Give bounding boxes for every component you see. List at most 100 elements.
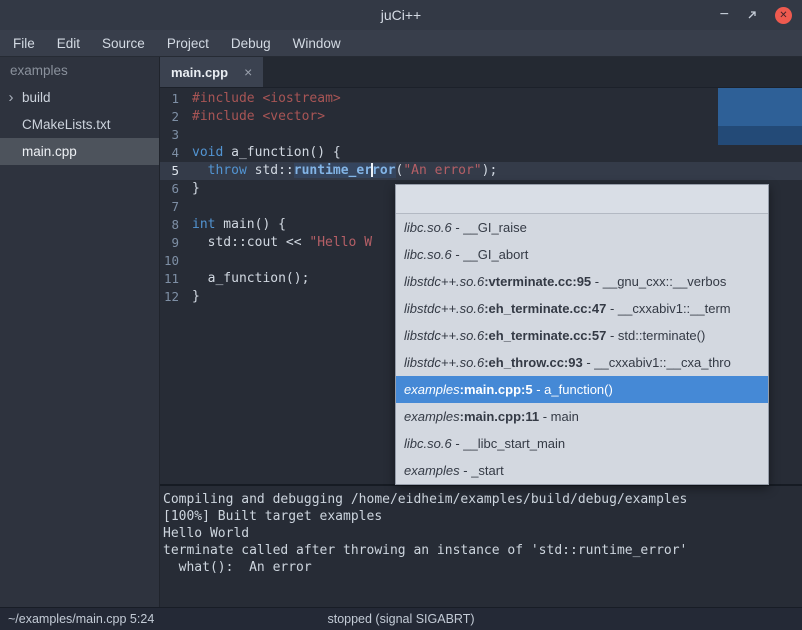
- code-text: #include <iostream>: [187, 90, 341, 108]
- frame-file-line: :main.cpp:11: [460, 409, 539, 424]
- tab-main-cpp[interactable]: main.cpp ×: [160, 57, 263, 87]
- frame-module: libstdc++.so.6: [404, 328, 484, 343]
- line-number: 12: [160, 288, 187, 306]
- line-number: 10: [160, 252, 187, 270]
- frame-file-line: :main.cpp:5: [460, 382, 533, 397]
- line-number: 11: [160, 270, 187, 288]
- line-number: 8: [160, 216, 187, 234]
- file-tree-item-cmakelists-txt[interactable]: CMakeLists.txt: [0, 111, 159, 138]
- menu-debug[interactable]: Debug: [220, 30, 282, 56]
- frame-module: examples: [404, 382, 460, 397]
- stack-frame-row[interactable]: examples - _start: [396, 457, 768, 484]
- code-line-3[interactable]: 3: [160, 126, 802, 144]
- menu-file[interactable]: File: [2, 30, 46, 56]
- frame-file-line: :vterminate.cc:95: [484, 274, 591, 289]
- project-header: examples: [0, 57, 159, 84]
- stack-frame-row[interactable]: libc.so.6 - __GI_raise: [396, 214, 768, 241]
- code-text: void a_function() {: [187, 144, 341, 162]
- window-controls: − ✕: [720, 0, 792, 30]
- line-number: 1: [160, 90, 187, 108]
- frame-function: a_function(): [544, 382, 613, 397]
- menu-edit[interactable]: Edit: [46, 30, 91, 56]
- stack-frame-row[interactable]: examples:main.cpp:11 - main: [396, 403, 768, 430]
- line-number: 4: [160, 144, 187, 162]
- code-line-1[interactable]: 1#include <iostream>: [160, 90, 802, 108]
- menu-project[interactable]: Project: [156, 30, 220, 56]
- popup-header: [396, 185, 768, 214]
- restore-button[interactable]: [746, 9, 758, 21]
- frame-function: __GI_abort: [463, 247, 528, 262]
- stack-trace-popup: libc.so.6 - __GI_raiselibc.so.6 - __GI_a…: [395, 184, 769, 485]
- frame-module: libc.so.6: [404, 220, 452, 235]
- stack-frame-row[interactable]: libc.so.6 - __GI_abort: [396, 241, 768, 268]
- frame-function: __libc_start_main: [463, 436, 565, 451]
- file-tree-item-main-cpp[interactable]: main.cpp: [0, 138, 159, 165]
- line-number: 3: [160, 126, 187, 144]
- file-tree-item-build[interactable]: ›build: [0, 84, 159, 111]
- frame-module: libc.so.6: [404, 436, 452, 451]
- frame-module: libstdc++.so.6: [404, 301, 484, 316]
- menu-bar: FileEditSourceProjectDebugWindow: [0, 30, 802, 57]
- app-window: juCi++ − ✕ FileEditSourceProjectDebugWin…: [0, 0, 802, 630]
- title-bar[interactable]: juCi++ − ✕: [0, 0, 802, 30]
- code-text: [187, 198, 192, 216]
- terminal-line: Compiling and debugging /home/eidheim/ex…: [163, 491, 802, 508]
- restore-arrow-icon: [746, 9, 758, 21]
- frame-module: examples: [404, 463, 460, 478]
- tab-label: main.cpp: [171, 65, 228, 80]
- close-icon: ✕: [779, 10, 787, 21]
- tree-item-label: build: [19, 84, 51, 111]
- line-number: 7: [160, 198, 187, 216]
- code-text: [187, 126, 192, 144]
- code-text: a_function();: [187, 270, 309, 288]
- tree-item-label: main.cpp: [0, 138, 77, 165]
- line-number: 9: [160, 234, 187, 252]
- line-number: 5: [160, 162, 187, 180]
- sidebar: examples ›buildCMakeLists.txtmain.cpp: [0, 57, 160, 607]
- frame-function: __cxxabiv1::__term: [618, 301, 731, 316]
- status-bar: ~/examples/main.cpp 5:24 stopped (signal…: [0, 607, 802, 630]
- code-text: int main() {: [187, 216, 286, 234]
- code-text: }: [187, 180, 200, 198]
- frame-function: __GI_raise: [463, 220, 527, 235]
- code-text: [187, 252, 192, 270]
- terminal-line: terminate called after throwing an insta…: [163, 542, 802, 559]
- popup-rows: libc.so.6 - __GI_raiselibc.so.6 - __GI_a…: [396, 214, 768, 484]
- stack-frame-row[interactable]: libstdc++.so.6:eh_terminate.cc:57 - std:…: [396, 322, 768, 349]
- frame-module: examples: [404, 409, 460, 424]
- stack-frame-row[interactable]: libstdc++.so.6:eh_terminate.cc:47 - __cx…: [396, 295, 768, 322]
- code-line-4[interactable]: 4void a_function() {: [160, 144, 802, 162]
- stack-frame-row[interactable]: libstdc++.so.6:vterminate.cc:95 - __gnu_…: [396, 268, 768, 295]
- frame-file-line: :eh_throw.cc:93: [484, 355, 583, 370]
- close-button[interactable]: ✕: [775, 7, 792, 24]
- text-cursor: [371, 163, 373, 177]
- line-number: 2: [160, 108, 187, 126]
- frame-module: libstdc++.so.6: [404, 355, 484, 370]
- blue-tooltip-panel: [718, 88, 802, 145]
- chevron-right-icon: ›: [3, 84, 19, 111]
- terminal-output[interactable]: Compiling and debugging /home/eidheim/ex…: [160, 484, 802, 607]
- status-debug-state: stopped (signal SIGABRT): [327, 612, 474, 626]
- stack-frame-row[interactable]: libc.so.6 - __libc_start_main: [396, 430, 768, 457]
- code-line-5[interactable]: 5 throw std::runtime_error("An error");: [160, 162, 802, 180]
- frame-file-line: :eh_terminate.cc:47: [484, 301, 606, 316]
- code-text: throw std::runtime_error("An error");: [187, 162, 497, 180]
- frame-file-line: :eh_terminate.cc:57: [484, 328, 606, 343]
- menu-source[interactable]: Source: [91, 30, 156, 56]
- stack-frame-row[interactable]: examples:main.cpp:5 - a_function(): [396, 376, 768, 403]
- tab-close-icon[interactable]: ×: [244, 64, 252, 80]
- frame-function: main: [551, 409, 579, 424]
- frame-module: libc.so.6: [404, 247, 452, 262]
- frame-function: _start: [471, 463, 504, 478]
- frame-function: __gnu_cxx::__verbos: [603, 274, 727, 289]
- terminal-line: what(): An error: [163, 559, 802, 576]
- frame-function: std::terminate(): [618, 328, 705, 343]
- frame-function: __cxxabiv1::__cxa_thro: [594, 355, 731, 370]
- blue-tooltip-panel-lower: [718, 126, 802, 145]
- minimize-button[interactable]: −: [720, 7, 729, 23]
- menu-window[interactable]: Window: [282, 30, 352, 56]
- code-line-2[interactable]: 2#include <vector>: [160, 108, 802, 126]
- code-text: }: [187, 288, 200, 306]
- stack-frame-row[interactable]: libstdc++.so.6:eh_throw.cc:93 - __cxxabi…: [396, 349, 768, 376]
- window-title: juCi++: [0, 7, 802, 23]
